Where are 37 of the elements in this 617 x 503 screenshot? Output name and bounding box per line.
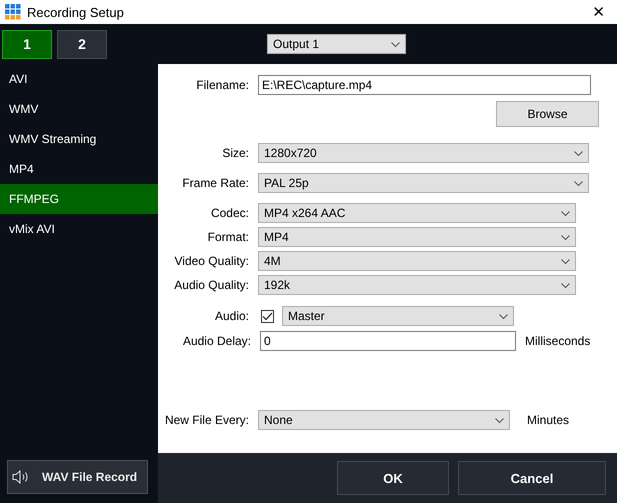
field-label: New File Every: [164, 413, 250, 427]
unit-label: Minutes [527, 413, 570, 427]
sidebar-item[interactable]: AVI [0, 64, 158, 94]
field-label: Format: [206, 230, 250, 244]
sidebar-item[interactable]: FFMPEG [0, 184, 158, 214]
field-label: Filename: [195, 78, 250, 92]
wav-record-button[interactable]: WAV File Record [7, 460, 148, 494]
audio-delay-field[interactable]: 0 [260, 331, 516, 351]
field-label: Size: [221, 146, 250, 160]
filename-field[interactable]: E:\REC\capture.mp4 [258, 75, 591, 95]
field-label: Audio Quality: [173, 278, 250, 292]
dropdown[interactable]: 4M [258, 251, 576, 271]
sidebar-item[interactable]: vMix AVI [0, 214, 158, 244]
close-button[interactable]: ✕ [586, 3, 611, 21]
output-dropdown[interactable]: Output 1 [267, 34, 406, 54]
dropdown[interactable]: 192k [258, 275, 576, 295]
tab[interactable]: 2 [57, 30, 107, 58]
field-label: Codec: [210, 206, 250, 220]
cancel-button[interactable]: Cancel [458, 461, 606, 495]
window-title: Recording Setup [27, 4, 125, 20]
field-label: Audio Delay: [182, 334, 252, 348]
sidebar-item[interactable]: WMV Streaming [0, 124, 158, 154]
field-label: Audio: [214, 309, 250, 323]
ok-button[interactable]: OK [337, 461, 449, 495]
browse-button[interactable]: Browse [496, 101, 599, 127]
sidebar-item[interactable]: MP4 [0, 154, 158, 184]
unit-label: Milliseconds [525, 334, 590, 348]
dropdown[interactable]: PAL 25p [258, 173, 589, 193]
dropdown[interactable]: MP4 x264 AAC [258, 203, 576, 223]
field-label: Video Quality: [174, 254, 250, 268]
dropdown[interactable]: Master [282, 306, 514, 326]
dropdown[interactable]: MP4 [258, 227, 576, 247]
field-label: Frame Rate: [181, 176, 250, 190]
dropdown[interactable]: 1280x720 [258, 143, 589, 163]
dropdown[interactable]: None [258, 410, 510, 430]
sidebar-item[interactable]: WMV [0, 94, 158, 124]
tab[interactable]: 1 [2, 30, 52, 58]
